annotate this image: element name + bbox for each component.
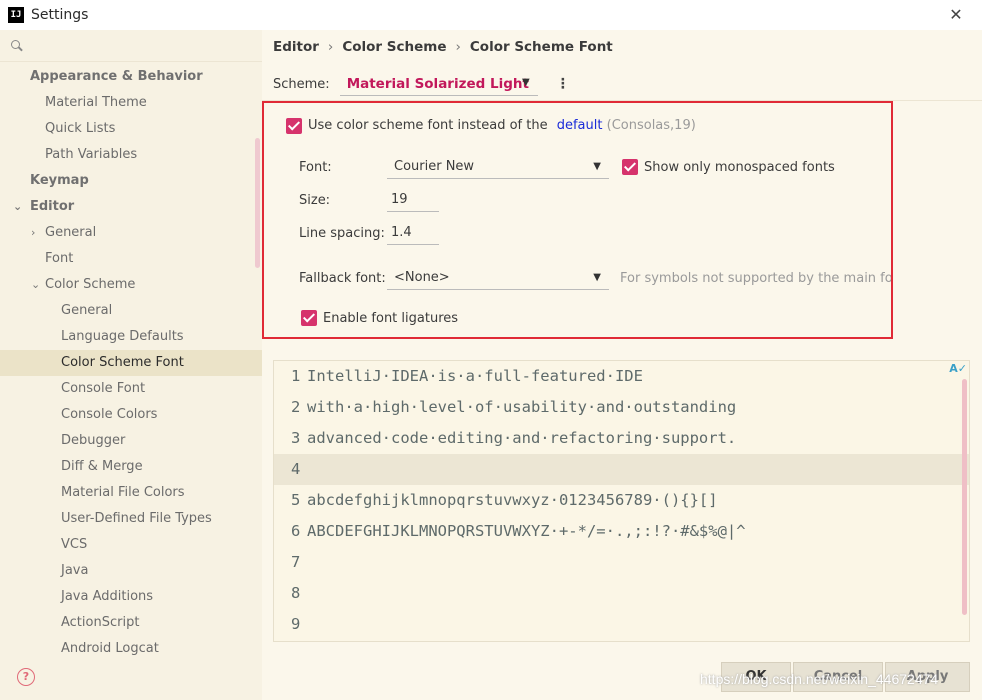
font-dropdown[interactable]: Courier New ▼: [387, 155, 609, 179]
scheme-row: Scheme: Material Solarized Light ▼ ⋮: [273, 72, 570, 96]
preview-line: 7: [291, 553, 301, 571]
search-row: [0, 30, 262, 62]
tree-item-quick-lists[interactable]: Quick Lists: [0, 116, 262, 142]
tree-item-android-logcat[interactable]: Android Logcat: [0, 636, 262, 662]
search-icon: [10, 39, 24, 53]
use-scheme-font-checkbox[interactable]: [286, 118, 302, 134]
preview-line: 5 abcdefghijklmnopqrstuvwxyz·0123456789·(…: [291, 491, 718, 509]
chevron-right-icon[interactable]: ›: [31, 220, 35, 246]
font-preview-editor[interactable]: 1 IntelliJ·IDEA·is·a·full-featured·IDE 2w…: [273, 360, 970, 642]
fallback-font-label: Fallback font:: [299, 271, 386, 286]
scheme-dropdown[interactable]: Material Solarized Light ▼: [339, 72, 538, 96]
tree-item-actionscript[interactable]: ActionScript: [0, 610, 262, 636]
size-label: Size:: [299, 193, 331, 208]
tree-item-diff-merge[interactable]: Diff & Merge: [0, 454, 262, 480]
tree-item-cs-general[interactable]: General: [0, 298, 262, 324]
tree-item-vcs[interactable]: VCS: [0, 532, 262, 558]
tree-item-font[interactable]: Font: [0, 246, 262, 272]
tree-item-debugger[interactable]: Debugger: [0, 428, 262, 454]
breadcrumb-editor[interactable]: Editor: [273, 39, 319, 55]
scheme-value: Material Solarized Light: [346, 75, 529, 92]
breadcrumb-separator: ›: [455, 39, 461, 55]
more-options-icon[interactable]: ⋮: [556, 76, 570, 92]
tree-item-material-theme[interactable]: Material Theme: [0, 90, 262, 116]
breadcrumb-separator: ›: [327, 39, 334, 55]
preview-line: 2 with·a·high·level·of·usability·and·outs…: [291, 398, 737, 416]
chevron-down-icon[interactable]: ⌄: [31, 272, 40, 298]
preview-line: 1 IntelliJ·IDEA·is·a·full-featured·IDE: [291, 367, 643, 385]
ligatures-label: Enable font ligatures: [323, 311, 459, 326]
tree-item-general[interactable]: › General: [0, 220, 262, 246]
tree-item-java[interactable]: Java: [0, 558, 262, 584]
fallback-font-value: <None>: [394, 270, 450, 285]
breadcrumb: Editor › Color Scheme › Color Scheme Fon…: [273, 37, 613, 57]
preview-line: 3 advanced·code·editing·and·refactoring·s…: [291, 429, 737, 447]
main-panel: Editor › Color Scheme › Color Scheme Fon…: [262, 30, 982, 700]
tree-item-appearance-behavior[interactable]: Appearance & Behavior: [0, 64, 262, 90]
preview-scrollbar[interactable]: [962, 379, 967, 615]
preview-line: 9: [291, 615, 301, 633]
tree-item-language-defaults[interactable]: Language Defaults: [0, 324, 262, 350]
preview-line-current: 4: [274, 454, 969, 485]
ligatures-checkbox[interactable]: [301, 310, 317, 326]
settings-sidebar: Appearance & Behavior Material Theme Qui…: [0, 30, 262, 700]
caret-down-icon: ▼: [593, 272, 601, 283]
tree-item-color-scheme-font[interactable]: Color Scheme Font: [0, 350, 262, 376]
tree-item-user-defined-file-types[interactable]: User-Defined File Types: [0, 506, 262, 532]
fallback-font-hint: For symbols not supported by the main fo…: [620, 271, 891, 286]
line-spacing-label: Line spacing:: [299, 226, 385, 241]
default-font-hint: (Consolas,19): [606, 118, 696, 133]
fallback-font-dropdown[interactable]: <None> ▼: [387, 266, 609, 290]
size-input[interactable]: 19: [387, 188, 439, 212]
spellcheck-icon[interactable]: A✓: [949, 362, 967, 375]
search-input[interactable]: [28, 34, 248, 57]
settings-tree: Appearance & Behavior Material Theme Qui…: [0, 64, 262, 662]
tree-item-color-scheme[interactable]: ⌄ Color Scheme: [0, 272, 262, 298]
font-label: Font:: [299, 160, 332, 175]
help-icon[interactable]: ?: [17, 668, 35, 686]
default-font-link[interactable]: default: [557, 118, 603, 133]
mono-only-label: Show only monospaced fonts: [644, 160, 835, 175]
caret-down-icon: ▼: [593, 161, 601, 172]
tree-item-path-variables[interactable]: Path Variables: [0, 142, 262, 168]
font-settings-panel: Use color scheme font instead of the def…: [262, 101, 893, 339]
breadcrumb-color-scheme-font: Color Scheme Font: [469, 39, 613, 55]
preview-line: 8: [291, 584, 301, 602]
window-title: Settings: [31, 7, 89, 23]
close-icon[interactable]: ✕: [946, 5, 966, 25]
caret-down-icon: ▼: [521, 77, 530, 88]
intellij-logo-icon: IJ: [8, 7, 24, 23]
tree-item-java-additions[interactable]: Java Additions: [0, 584, 262, 610]
tree-item-editor[interactable]: ⌄ Editor: [0, 194, 262, 220]
mono-only-checkbox[interactable]: [622, 159, 638, 175]
sidebar-scrollbar[interactable]: [255, 138, 260, 268]
chevron-down-icon[interactable]: ⌄: [13, 194, 22, 220]
font-value: Courier New: [394, 159, 475, 174]
preview-line: 6 ABCDEFGHIJKLMNOPQRSTUVWXYZ·+-*/=·.,;:!?…: [291, 522, 746, 540]
use-scheme-font-label: Use color scheme font instead of the def…: [308, 118, 696, 133]
scheme-label: Scheme:: [273, 76, 330, 92]
tree-item-keymap[interactable]: Keymap: [0, 168, 262, 194]
tree-item-console-font[interactable]: Console Font: [0, 376, 262, 402]
watermark-text: https://blog.csdn.net/weixin_44672474: [700, 671, 939, 687]
title-bar: IJ Settings ✕: [0, 0, 982, 30]
line-spacing-input[interactable]: 1.4: [387, 221, 439, 245]
tree-item-console-colors[interactable]: Console Colors: [0, 402, 262, 428]
tree-item-material-file-colors[interactable]: Material File Colors: [0, 480, 262, 506]
breadcrumb-color-scheme[interactable]: Color Scheme: [342, 39, 446, 55]
